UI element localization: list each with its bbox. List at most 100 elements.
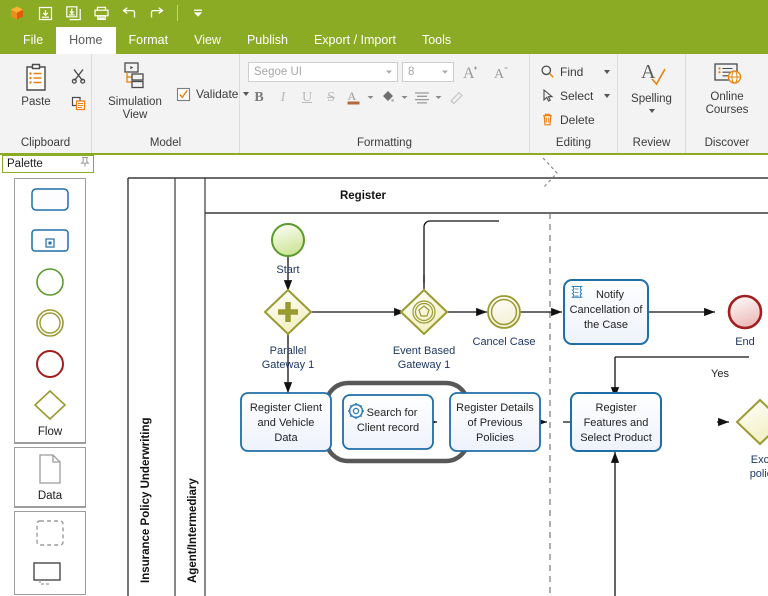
spelling-label: Spelling [631, 93, 672, 105]
palette-annotation-shape[interactable] [15, 553, 85, 594]
online-courses-label-line1: Online [710, 91, 744, 103]
spelling-button[interactable]: A Spelling [618, 54, 685, 113]
fill-color-dropdown[interactable] [399, 88, 410, 108]
font-color-icon: A [347, 89, 359, 105]
node-register-client-vehicle-data[interactable]: Register Client and Vehicle Data [240, 392, 332, 452]
palette-group-artifacts [14, 511, 86, 595]
node-register-details-previous-policies[interactable]: Register Details of Previous Policies [449, 392, 541, 452]
shrink-font-button[interactable]: A [488, 61, 514, 82]
node-event-based-gateway-1[interactable]: Event Based Gateway 1 [393, 288, 455, 371]
node-label-event-gateway-line1: Event Based [393, 345, 455, 357]
bold-button[interactable]: B [248, 87, 270, 108]
palette-panel-header: Palette [2, 155, 94, 173]
palette-title: Palette [7, 158, 43, 170]
delete-button[interactable]: Delete [540, 109, 610, 130]
tab-home[interactable]: Home [56, 27, 116, 54]
pin-icon[interactable] [80, 155, 90, 173]
select-button[interactable]: Select [540, 85, 610, 106]
node-label-start: Start [276, 264, 299, 276]
find-button[interactable]: Find [540, 61, 610, 82]
bold-icon: B [254, 89, 264, 105]
align-dropdown[interactable] [433, 88, 444, 108]
tab-publish[interactable]: Publish [234, 27, 301, 54]
italic-icon: I [280, 89, 286, 105]
ribbon: Paste Simulation View Validate Segoe UI … [0, 54, 768, 154]
print-icon[interactable] [88, 1, 114, 25]
font-size-select[interactable]: 8 [402, 61, 454, 82]
palette-task-shape[interactable] [15, 179, 85, 220]
align-center-icon [414, 91, 429, 104]
node-end[interactable]: End [727, 294, 763, 348]
palette-group-shape[interactable] [15, 512, 85, 553]
chevron-down-icon[interactable] [604, 93, 610, 98]
online-courses-button[interactable]: Online Courses [686, 54, 768, 117]
underline-icon: U [301, 89, 313, 105]
save-icon[interactable] [32, 1, 58, 25]
chevron-down-icon[interactable] [648, 109, 655, 113]
task-label-register-details-line3: Policies [476, 432, 514, 444]
palette-start-event-shape[interactable] [15, 261, 85, 302]
task-label-register-client-line1: Register Client [250, 402, 322, 414]
simulation-view-button[interactable]: Simulation View [102, 60, 168, 122]
tab-view[interactable]: View [181, 27, 234, 54]
validate-label: Validate [196, 87, 239, 101]
font-family-value: Segoe UI [254, 65, 302, 78]
group-title-clipboard: Clipboard [0, 133, 92, 153]
app-logo-icon[interactable] [4, 1, 30, 25]
ribbon-group-clipboard: Paste [0, 54, 92, 133]
task-label-register-features-line1: Register [596, 402, 637, 414]
grow-font-button[interactable]: A [458, 61, 484, 82]
paste-button[interactable]: Paste [10, 60, 62, 114]
chevron-down-icon[interactable] [438, 68, 451, 76]
validate-button[interactable]: Validate [176, 60, 250, 122]
format-painter-button[interactable] [446, 87, 468, 108]
italic-button[interactable]: I [272, 87, 294, 108]
palette-intermediate-event-shape[interactable] [15, 302, 85, 343]
copy-button[interactable] [66, 92, 90, 114]
align-button[interactable] [412, 87, 431, 108]
node-start[interactable]: Start [271, 223, 305, 276]
tab-file[interactable]: File [10, 27, 56, 54]
palette-subprocess-shape[interactable] [15, 220, 85, 261]
node-exceeds-policy-gateway[interactable]: Exce polic [735, 398, 768, 480]
font-size-value: 8 [408, 65, 415, 78]
font-color-dropdown[interactable] [365, 88, 376, 108]
node-notify-cancellation[interactable]: Notify Cancellation of the Case [563, 279, 649, 345]
redo-icon[interactable] [144, 1, 170, 25]
chevron-down-icon[interactable] [382, 68, 395, 76]
node-search-for-client-record[interactable]: Search for Client record [342, 394, 434, 450]
underline-button[interactable]: U [296, 87, 318, 108]
node-label-exceeds-line1: Exce [751, 454, 768, 466]
fill-color-button[interactable] [378, 87, 397, 108]
cursor-select-icon [543, 88, 554, 102]
ribbon-group-discover: Online Courses [686, 54, 768, 133]
cut-button[interactable] [66, 64, 90, 86]
svg-text:A: A [641, 61, 656, 83]
tab-export-import[interactable]: Export / Import [301, 27, 409, 54]
palette-end-event-shape[interactable] [15, 343, 85, 384]
node-register-features-select-product[interactable]: Register Features and Select Product [570, 392, 662, 452]
node-cancel-case[interactable]: Cancel Case [473, 295, 536, 348]
node-parallel-gateway-1[interactable]: Parallel Gateway 1 [262, 288, 315, 371]
flow-label-yes: Yes [711, 368, 729, 380]
online-courses-icon [714, 63, 742, 84]
save-as-icon[interactable] [60, 1, 86, 25]
customize-quick-access-icon[interactable] [185, 1, 211, 25]
font-family-select[interactable]: Segoe UI [248, 61, 398, 82]
diagram-canvas[interactable]: Insurance Policy Underwriting Agent/Inte… [95, 155, 768, 596]
palette-group-flow: Flow [14, 178, 86, 444]
palette-gateway-shape[interactable] [15, 384, 85, 425]
undo-icon[interactable] [116, 1, 142, 25]
tab-format[interactable]: Format [116, 27, 182, 54]
tab-tools[interactable]: Tools [409, 27, 464, 54]
fill-color-icon [382, 91, 394, 102]
application-window: File Home Format View Publish Export / I… [0, 0, 768, 596]
shrink-font-icon: A [494, 67, 508, 82]
strikethrough-button[interactable]: S [320, 87, 342, 108]
font-color-button[interactable]: A [344, 87, 363, 108]
node-label-cancel-case: Cancel Case [473, 336, 536, 348]
task-label-notify-line3: the Case [584, 319, 628, 331]
palette-data-object-shape[interactable] [15, 448, 85, 489]
chevron-down-icon[interactable] [604, 69, 610, 74]
task-label-register-details-line1: Register Details [456, 402, 534, 414]
